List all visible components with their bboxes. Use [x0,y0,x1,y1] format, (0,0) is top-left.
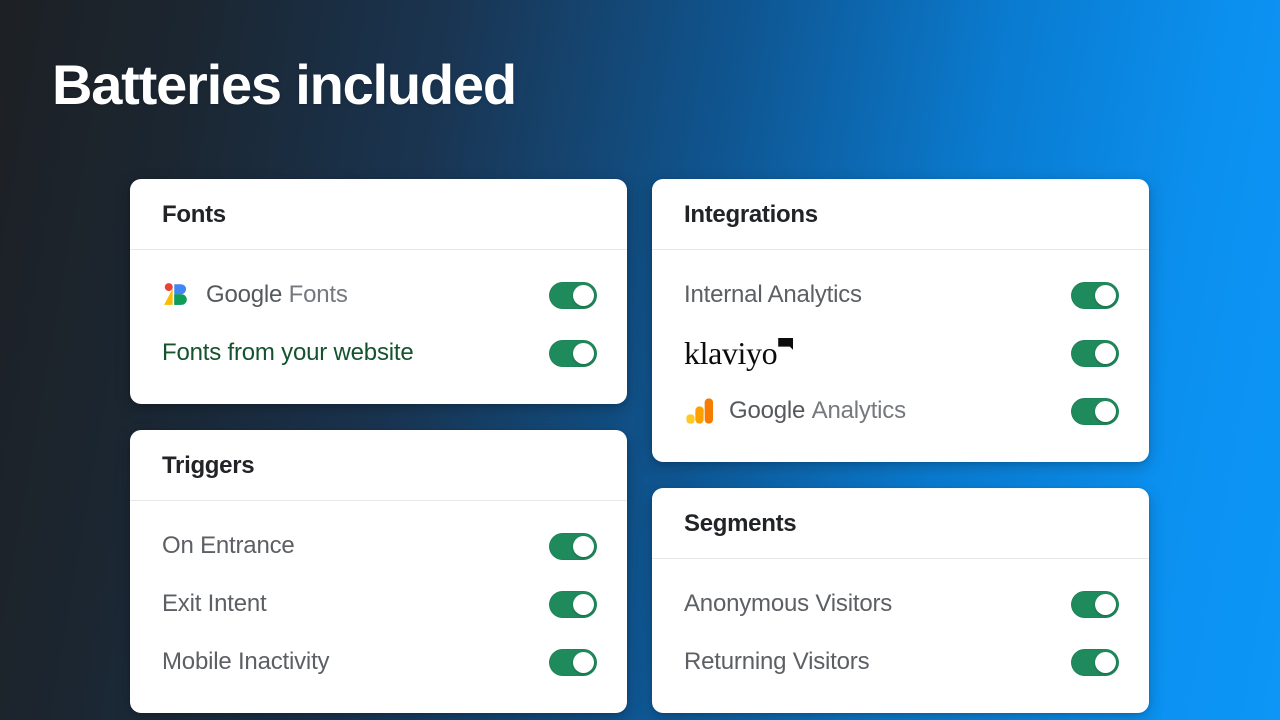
toggle-knob [573,535,594,557]
row-klaviyo-label: klaviyo [684,335,794,371]
row-returning-visitors-label: Returning Visitors [684,648,870,675]
page-title: Batteries included [52,53,517,116]
toggle-on-entrance[interactable] [549,532,597,560]
google-fonts-wordmark: Google Fonts [206,281,348,309]
row-internal-analytics-label: Internal Analytics [684,281,862,308]
toggle-mobile-inactivity[interactable] [549,648,597,676]
toggle-klaviyo[interactable] [1071,339,1119,367]
card-fonts-body: Google Fonts Fonts from your website [130,250,627,404]
row-mobile-inactivity: Mobile Inactivity [162,633,597,691]
left-column: Fonts Google Fonts Fonts from your websi… [130,179,627,713]
card-segments: Segments Anonymous Visitors Returning Vi… [652,488,1149,713]
card-grid: Fonts Google Fonts Fonts from your websi… [130,179,1150,713]
card-integrations-body: Internal Analytics klaviyo Google Analyt… [652,250,1149,462]
row-mobile-inactivity-label: Mobile Inactivity [162,648,330,675]
toggle-returning-visitors[interactable] [1071,648,1119,676]
card-triggers-title: Triggers [162,452,255,479]
row-returning-visitors: Returning Visitors [684,633,1119,691]
card-integrations-header: Integrations [652,179,1149,250]
row-klaviyo: klaviyo [684,324,1119,382]
card-segments-body: Anonymous Visitors Returning Visitors [652,559,1149,713]
card-integrations: Integrations Internal Analytics klaviyo [652,179,1149,462]
row-google-analytics: Google Analytics [684,382,1119,440]
google-analytics-icon [686,398,713,424]
toggle-anonymous-visitors[interactable] [1071,590,1119,618]
toggle-google-fonts[interactable] [549,281,597,309]
toggle-knob [1095,284,1116,306]
right-column: Integrations Internal Analytics klaviyo [652,179,1149,713]
card-triggers: Triggers On Entrance Exit Intent Mobile … [130,430,627,713]
google-fonts-word-fonts: Fonts [288,281,348,308]
card-triggers-body: On Entrance Exit Intent Mobile Inactivit… [130,501,627,713]
card-triggers-header: Triggers [130,430,627,501]
row-fonts-from-website-label: Fonts from your website [162,339,414,366]
toggle-knob [1095,651,1116,673]
klaviyo-icon: klaviyo [684,335,794,371]
klaviyo-flag-icon [778,338,794,350]
toggle-knob [573,651,594,673]
google-analytics-word-google: Google [729,397,806,424]
toggle-knob [573,284,594,306]
card-fonts: Fonts Google Fonts Fonts from your websi… [130,179,627,404]
card-fonts-header: Fonts [130,179,627,250]
card-segments-title: Segments [684,510,797,537]
toggle-internal-analytics[interactable] [1071,281,1119,309]
card-segments-header: Segments [652,488,1149,559]
google-fonts-icon [164,282,187,305]
row-anonymous-visitors-label: Anonymous Visitors [684,590,893,617]
toggle-knob [573,342,594,364]
row-on-entrance-label: On Entrance [162,532,295,559]
toggle-knob [1095,400,1116,422]
toggle-google-analytics[interactable] [1071,397,1119,425]
toggle-knob [1095,593,1116,615]
toggle-knob [1095,342,1116,364]
klaviyo-wordmark: klaviyo [684,335,778,371]
row-fonts-from-website: Fonts from your website [162,324,597,382]
row-anonymous-visitors: Anonymous Visitors [684,575,1119,633]
card-integrations-title: Integrations [684,201,818,228]
google-analytics-word-analytics: Analytics [811,397,906,424]
toggle-exit-intent[interactable] [549,590,597,618]
toggle-knob [573,593,594,615]
google-analytics-wordmark: Google Analytics [729,397,906,425]
row-exit-intent-label: Exit Intent [162,590,267,617]
row-internal-analytics: Internal Analytics [684,266,1119,324]
google-fonts-word-google: Google [206,281,283,308]
card-fonts-title: Fonts [162,201,226,228]
toggle-fonts-from-website[interactable] [549,339,597,367]
row-exit-intent: Exit Intent [162,575,597,633]
row-on-entrance: On Entrance [162,517,597,575]
row-google-fonts-label: Google Fonts [162,280,348,311]
row-google-analytics-label: Google Analytics [684,395,906,427]
row-google-fonts: Google Fonts [162,266,597,324]
